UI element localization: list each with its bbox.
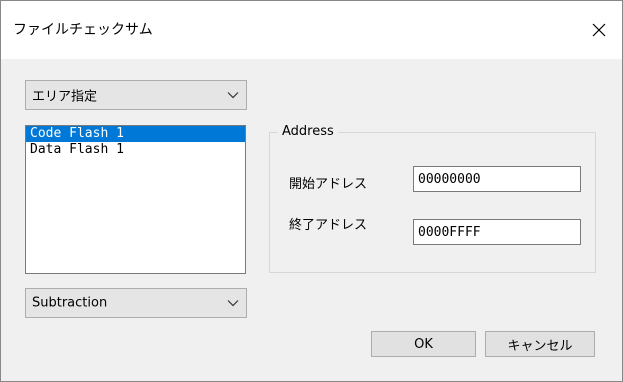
checksum-dialog: ファイルチェックサム エリア指定 Code Flash 1 Data Flash… <box>0 0 623 382</box>
address-groupbox: Address 開始アドレス 終了アドレス <box>269 124 596 273</box>
chevron-down-icon <box>227 92 239 99</box>
method-select-value: Subtraction <box>32 295 108 311</box>
end-address-input[interactable] <box>413 219 581 245</box>
checksum-method-dropdown[interactable]: Subtraction <box>25 288 247 318</box>
close-button[interactable] <box>576 1 622 59</box>
chevron-down-icon <box>227 300 239 307</box>
ok-button[interactable]: OK <box>371 331 476 357</box>
start-address-input[interactable] <box>413 166 581 192</box>
end-address-label: 終了アドレス <box>289 218 368 233</box>
list-item[interactable]: Code Flash 1 <box>26 126 245 142</box>
window-title: ファイルチェックサム <box>13 22 153 38</box>
list-item[interactable]: Data Flash 1 <box>26 142 245 158</box>
title-bar: ファイルチェックサム <box>1 1 622 59</box>
area-select-dropdown[interactable]: エリア指定 <box>25 80 247 110</box>
close-icon <box>592 23 606 37</box>
start-address-label: 開始アドレス <box>289 177 368 192</box>
address-group-legend: Address <box>278 124 338 139</box>
region-listbox[interactable]: Code Flash 1 Data Flash 1 <box>25 125 246 274</box>
area-select-value: エリア指定 <box>32 89 98 105</box>
cancel-button[interactable]: キャンセル <box>485 331 595 357</box>
